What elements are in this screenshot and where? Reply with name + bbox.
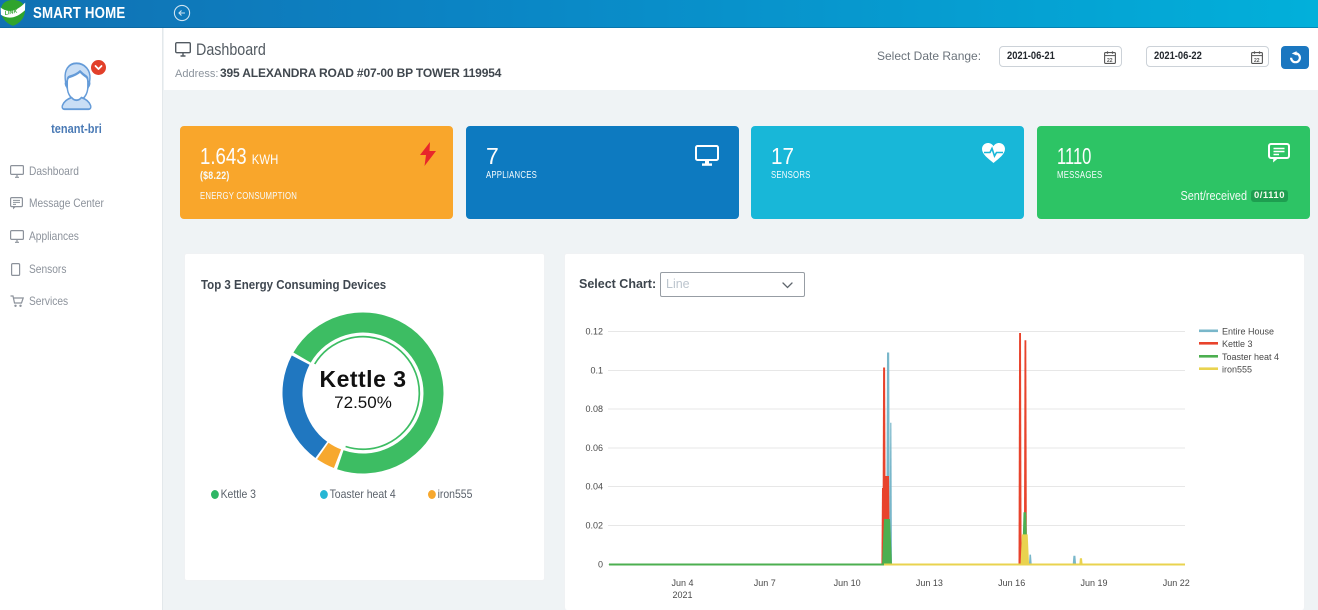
- svg-text:Jun 16: Jun 16: [998, 578, 1025, 588]
- svg-text:0.06: 0.06: [585, 443, 603, 453]
- svg-text:Toaster heat 4: Toaster heat 4: [1222, 352, 1279, 362]
- svg-text:0.04: 0.04: [585, 482, 603, 492]
- svg-text:22: 22: [1107, 58, 1113, 64]
- svg-text:Jun 19: Jun 19: [1080, 578, 1107, 588]
- svg-text:0.02: 0.02: [585, 521, 603, 531]
- svg-text:0.12: 0.12: [585, 327, 603, 337]
- svg-text:0.08: 0.08: [585, 404, 603, 414]
- svg-text:0: 0: [598, 560, 603, 570]
- svg-text:Kettle 3: Kettle 3: [1222, 339, 1253, 349]
- svg-text:Jun 10: Jun 10: [834, 578, 861, 588]
- svg-text:iron555: iron555: [1222, 364, 1252, 374]
- svg-text:Entire House: Entire House: [1222, 327, 1274, 337]
- svg-text:22: 22: [1254, 58, 1260, 64]
- svg-text:Jun 22: Jun 22: [1163, 578, 1190, 588]
- svg-text:Jun 13: Jun 13: [916, 578, 943, 588]
- svg-text:Jun 4: Jun 4: [671, 578, 693, 588]
- svg-text:2021: 2021: [672, 590, 692, 600]
- svg-text:Jun 7: Jun 7: [754, 578, 776, 588]
- svg-text:0.1: 0.1: [590, 366, 603, 376]
